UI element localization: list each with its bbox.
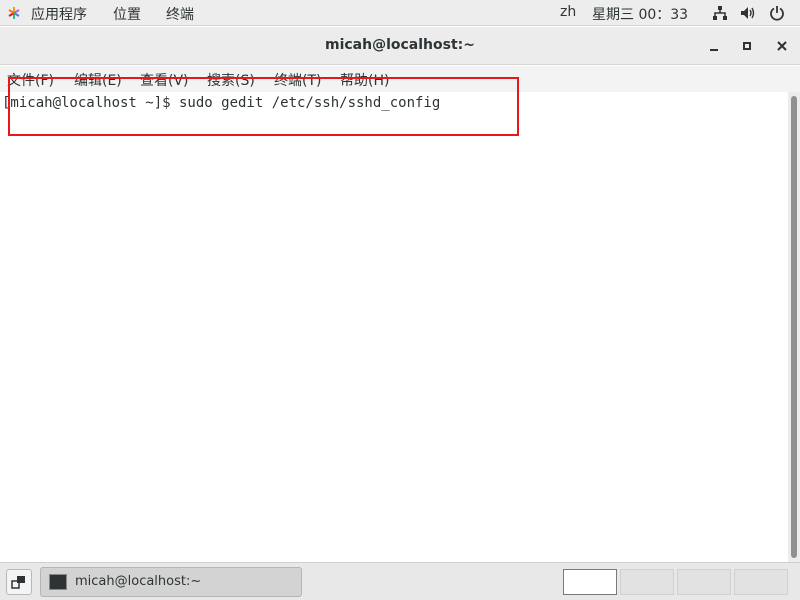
app-menu-icon[interactable]	[6, 5, 22, 21]
workspace-4[interactable]	[734, 569, 788, 595]
show-desktop-icon	[11, 576, 25, 589]
top-panel: 应用程序 位置 终端 zh 星期三 00：33	[0, 0, 800, 26]
terminal-icon	[49, 574, 67, 590]
close-icon[interactable]	[773, 37, 791, 55]
terminal-area[interactable]: [micah@localhost ~]$ sudo gedit /etc/ssh…	[0, 92, 788, 562]
taskbar-window-button[interactable]: micah@localhost:~	[40, 567, 302, 597]
show-desktop-button[interactable]	[6, 569, 32, 595]
window-title: micah@localhost:~	[324, 37, 475, 53]
network-icon[interactable]	[712, 5, 728, 21]
places-menu[interactable]: 位置	[113, 4, 141, 24]
window-titlebar[interactable]: micah@localhost:~	[0, 27, 800, 65]
input-language-indicator[interactable]: zh	[560, 4, 576, 20]
power-icon[interactable]	[769, 5, 785, 21]
clock[interactable]: 星期三 00：33	[592, 4, 688, 24]
workspace-2[interactable]	[620, 569, 674, 595]
terminal-scrollbar[interactable]	[788, 92, 800, 562]
bottom-taskbar: micah@localhost:~	[0, 562, 800, 600]
annotation-highlight-box	[8, 77, 519, 136]
minimize-icon[interactable]	[705, 37, 723, 55]
terminal-app-menu[interactable]: 终端	[166, 4, 194, 24]
maximize-icon[interactable]	[738, 37, 756, 55]
taskbar-window-label: micah@localhost:~	[75, 574, 202, 589]
workspace-1[interactable]	[563, 569, 617, 595]
scrollbar-thumb[interactable]	[791, 96, 797, 558]
volume-icon[interactable]	[740, 5, 756, 21]
workspace-3[interactable]	[677, 569, 731, 595]
applications-menu[interactable]: 应用程序	[31, 4, 87, 24]
